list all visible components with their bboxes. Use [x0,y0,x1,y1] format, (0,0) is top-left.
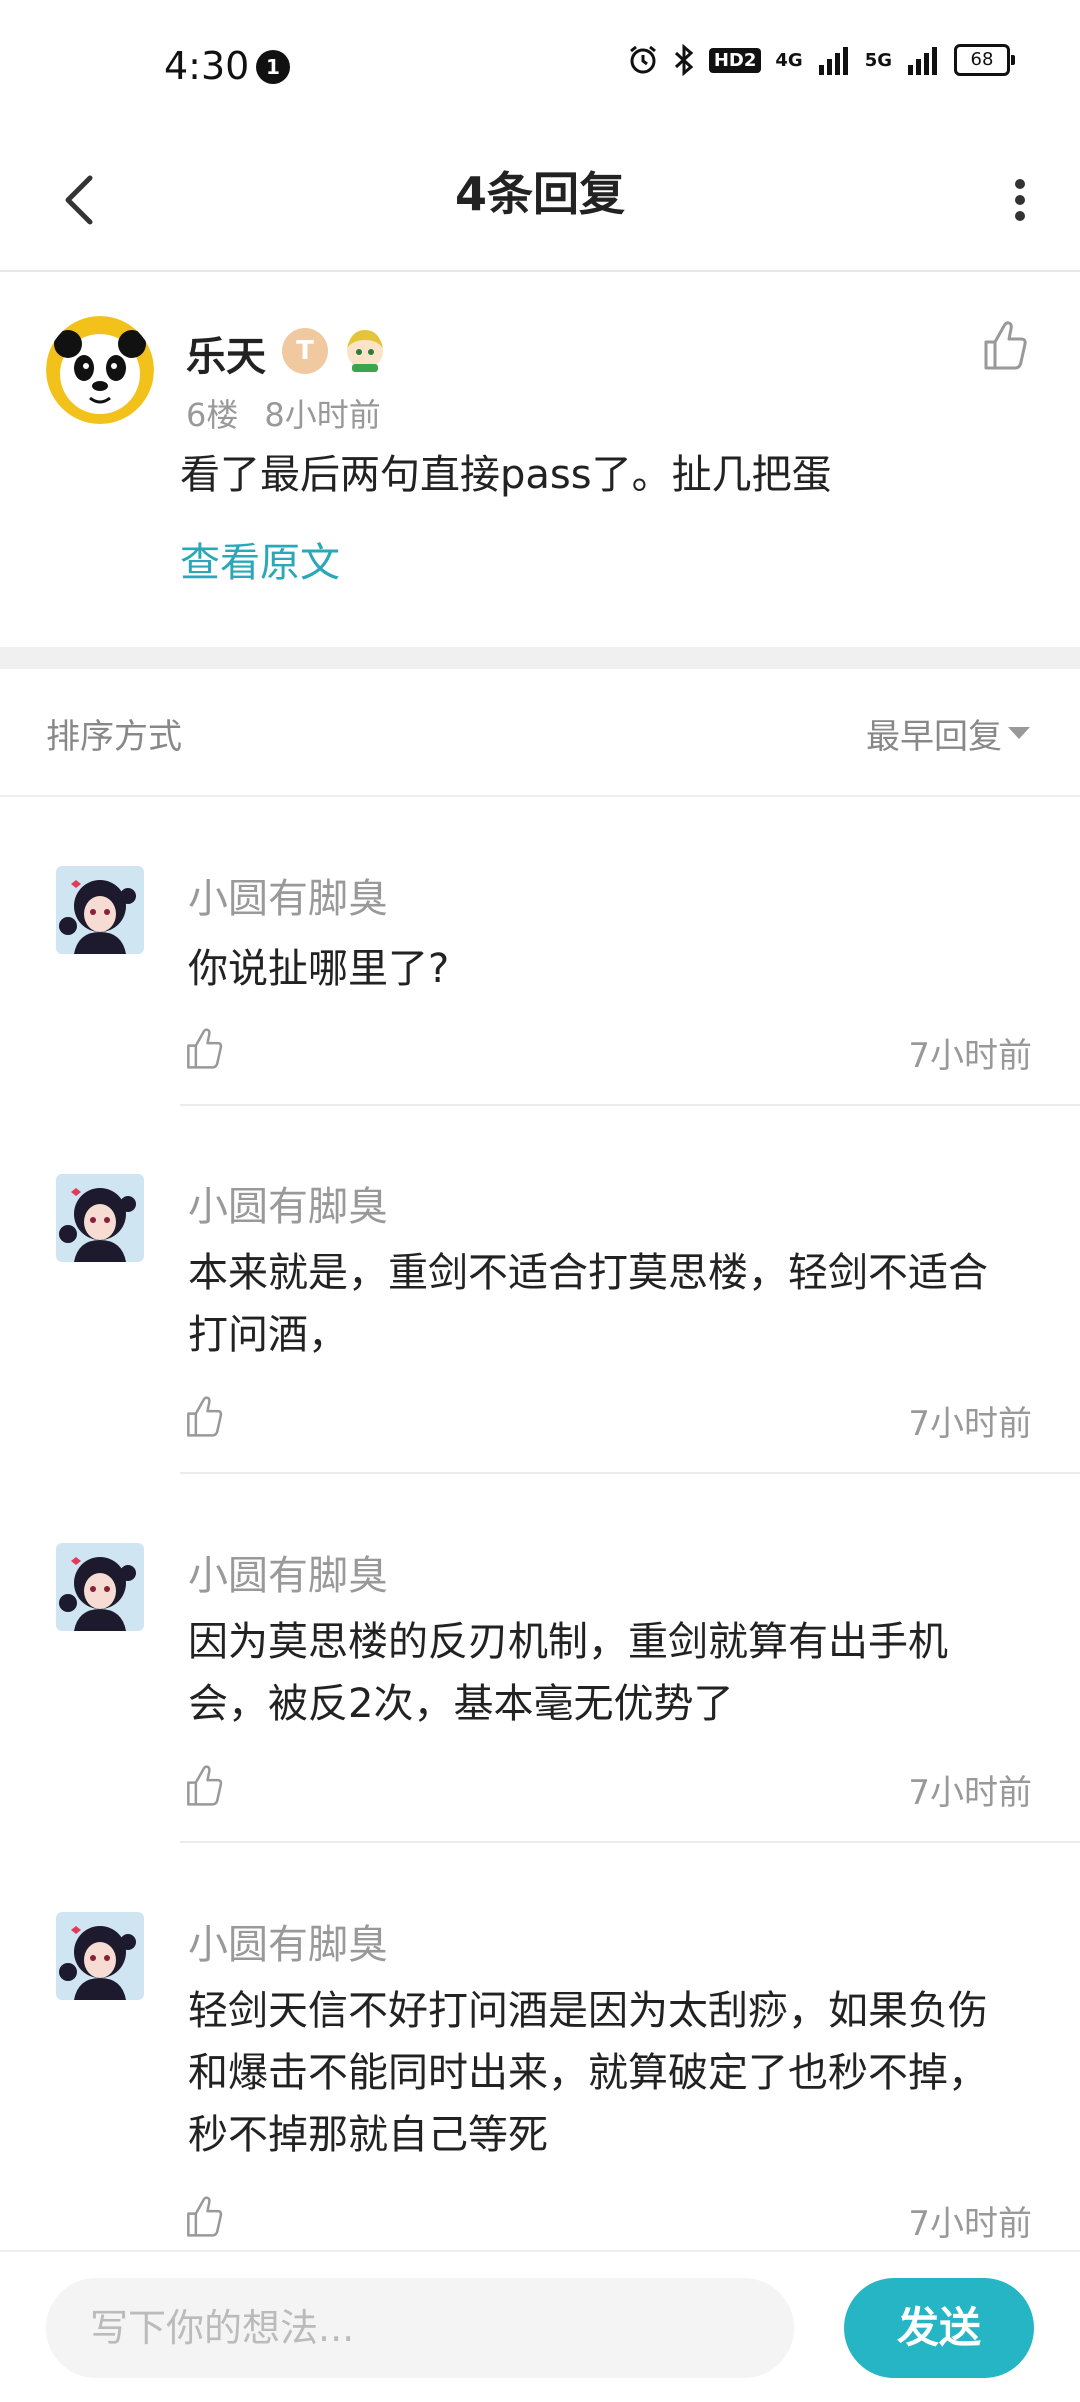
like-button[interactable] [976,316,1036,376]
reply-text: 因为莫思楼的反刃机制，重剑就算有出手机 会，被反2次，基本毫无优势了 [188,1611,1038,1735]
avatar[interactable] [56,1174,144,1262]
anime-avatar-icon [56,1543,144,1631]
reply-time: 7小时前 [908,1036,1032,1076]
hd-voice-icon: HD2 [708,47,762,73]
status-bar: 4:30 1 HD2 4G 5G 68 [0,0,1080,130]
avatar[interactable] [56,1912,144,2000]
reply-line: 本来就是，重剑不适合打莫思楼，轻剑不适合 [188,1250,988,1296]
thumbs-up-icon [187,1028,223,1069]
anime-avatar-icon [56,866,144,954]
caret-down-icon[interactable] [1008,727,1030,739]
divider [180,1472,1080,1474]
reply-line: 秒不掉那就自己等死 [188,2112,548,2158]
status-time: 4:30 [164,44,250,88]
avatar[interactable] [46,316,154,424]
floor-number: 6楼 [186,396,239,434]
reply-author[interactable]: 小圆有脚臭 [188,1912,388,1970]
bluetooth-icon [674,44,694,76]
reply-item: 小圆有脚臭 本来就是，重剑不适合打莫思楼，轻剑不适合 打问酒， 7小时前 [0,1174,1080,1474]
reply-line: 打问酒， [188,1312,348,1358]
anime-avatar-icon [56,1912,144,2000]
signal-strength-icon [818,47,848,75]
reply-time: 7小时前 [908,2204,1032,2244]
sort-label: 排序方式 [46,717,182,757]
reply-time: 7小时前 [908,1773,1032,1813]
original-comment: 乐天 T 6楼 8小时前 看了最后两句直接pass了。扯几把蛋 查看原文 [0,272,1080,647]
avatar[interactable] [56,1543,144,1631]
like-button[interactable] [180,1392,230,1442]
reply-author[interactable]: 小圆有脚臭 [188,866,388,924]
reply-text: 本来就是，重剑不适合打莫思楼，轻剑不适合 打问酒， [188,1242,1038,1366]
level-badge: T [282,328,328,374]
reply-author[interactable]: 小圆有脚臭 [188,1174,388,1232]
like-button[interactable] [180,1761,230,1811]
section-divider [0,647,1080,669]
send-button[interactable]: 发送 [844,2278,1034,2378]
reply-text: 你说扯哪里了? [188,938,1038,1000]
comment-input[interactable]: 写下你的想法... [46,2278,794,2378]
comment-author[interactable]: 乐天 [186,324,266,382]
thumbs-up-icon [187,1765,223,1806]
like-button[interactable] [180,2192,230,2242]
view-original-link[interactable]: 查看原文 [180,530,340,588]
divider [180,1841,1080,1843]
more-options-button[interactable] [960,160,1040,240]
page-title: 4条回复 [454,167,625,221]
reply-line: 轻剑天信不好打问酒是因为太刮痧，如果负伤 [188,1988,988,2034]
divider [180,1104,1080,1106]
comment-text: 看了最后两句直接pass了。扯几把蛋 [180,452,832,498]
signal-strength-icon-2 [908,47,937,75]
reply-author[interactable]: 小圆有脚臭 [188,1543,388,1601]
sort-dropdown[interactable]: 最早回复 [866,709,1002,758]
avatar[interactable] [56,866,144,954]
reply-line: 和爆击不能同时出来，就算破定了也秒不掉， [188,2050,988,2096]
network-5g-label: 5G [864,49,892,71]
thumbs-up-icon [187,2196,223,2237]
reply-line: 因为莫思楼的反刃机制，重剑就算有出手机 [188,1619,948,1665]
thumbs-up-icon [187,1396,223,1437]
like-button[interactable] [180,1024,230,1074]
anime-avatar-icon [56,1174,144,1262]
character-badge-icon [340,324,390,374]
status-icons: HD2 4G 5G 68 [627,44,1015,76]
reply-line: 你说扯哪里了? [188,946,450,992]
notification-count-badge: 1 [256,50,290,84]
reply-line: 会，被反2次，基本毫无优势了 [188,1681,734,1727]
alarm-icon [629,45,656,74]
top-navigation-bar: 4条回复 [0,130,1080,272]
reply-time: 7小时前 [908,1404,1032,1444]
panda-avatar-icon [46,316,154,424]
comment-composer: 写下你的想法... 发送 [0,2250,1080,2402]
network-4g-label: 4G [775,49,803,71]
comment-meta: 6楼 8小时前 [186,390,381,436]
reply-text: 轻剑天信不好打问酒是因为太刮痧，如果负伤 和爆击不能同时出来，就算破定了也秒不掉… [188,1980,1038,2166]
reply-item: 小圆有脚臭 轻剑天信不好打问酒是因为太刮痧，如果负伤 和爆击不能同时出来，就算破… [0,1912,1080,2244]
battery-icon: 68 [954,44,1015,76]
thumbs-up-icon [984,321,1027,370]
reply-item: 小圆有脚臭 你说扯哪里了? 7小时前 [0,866,1080,1106]
reply-item: 小圆有脚臭 因为莫思楼的反刃机制，重剑就算有出手机 会，被反2次，基本毫无优势了… [0,1543,1080,1843]
sort-bar: 排序方式 最早回复 [0,669,1080,797]
more-vertical-icon [1015,179,1025,221]
comment-time: 8小时前 [264,396,381,434]
